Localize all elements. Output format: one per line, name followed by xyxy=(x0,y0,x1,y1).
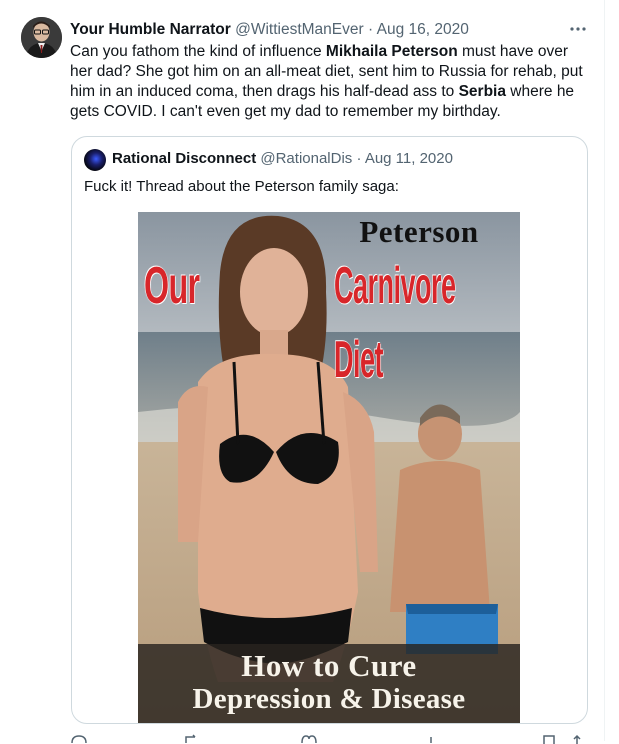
quoted-text: Fuck it! Thread about the Peterson famil… xyxy=(84,178,399,195)
views-icon[interactable] xyxy=(422,734,440,744)
cover-word-our: Our xyxy=(144,257,200,315)
timeline-column: Your Humble Narrator @WittiestManEver · … xyxy=(0,0,605,744)
avatar[interactable] xyxy=(21,17,62,58)
separator-dot: · xyxy=(367,21,374,38)
quoted-media-image[interactable]: Peterson Our Carnivore Diet How to Cure … xyxy=(138,212,520,723)
avatar-image xyxy=(21,17,62,58)
separator-dot: · xyxy=(356,150,362,167)
quoted-author-name[interactable]: Rational Disconnect xyxy=(112,150,256,167)
tweet-text-part: Can you fathom the kind of influence xyxy=(70,43,326,60)
quoted-date[interactable]: Aug 11, 2020 xyxy=(365,150,453,167)
tweet-date[interactable]: Aug 16, 2020 xyxy=(377,21,469,38)
cover-subtitle-line-1: How to Cure xyxy=(241,648,417,683)
like-icon[interactable] xyxy=(300,734,318,744)
cover-title-peterson: Peterson xyxy=(359,214,479,249)
tweet-actions xyxy=(70,734,590,744)
cover-word-diet: Diet xyxy=(334,331,384,389)
quoted-tweet[interactable]: Rational Disconnect @RationalDis · Aug 1… xyxy=(71,136,588,724)
share-icon[interactable] xyxy=(568,734,586,744)
mention-mikhaila: Mikhaila Peterson xyxy=(325,43,458,60)
tweet-text: Can you fathom the kind of influence Mik… xyxy=(70,42,590,122)
author-name[interactable]: Your Humble Narrator xyxy=(70,21,231,38)
mention-serbia: Serbia xyxy=(458,83,506,100)
more-horizontal-icon[interactable] xyxy=(567,18,589,40)
quoted-avatar[interactable] xyxy=(84,149,106,171)
bookmark-icon[interactable] xyxy=(540,734,558,744)
retweet-icon[interactable] xyxy=(183,734,201,744)
reply-icon[interactable] xyxy=(70,734,88,744)
cover-word-carnivore: Carnivore xyxy=(334,257,456,315)
quoted-author-handle[interactable]: @RationalDis xyxy=(260,150,352,167)
tweet-header: Your Humble Narrator @WittiestManEver · … xyxy=(70,20,469,40)
author-handle[interactable]: @WittiestManEver xyxy=(235,21,364,38)
tweet[interactable]: Your Humble Narrator @WittiestManEver · … xyxy=(0,0,604,744)
quoted-header: Rational Disconnect @RationalDis · Aug 1… xyxy=(112,149,453,169)
cover-subtitle-line-2: Depression & Disease xyxy=(192,683,466,715)
